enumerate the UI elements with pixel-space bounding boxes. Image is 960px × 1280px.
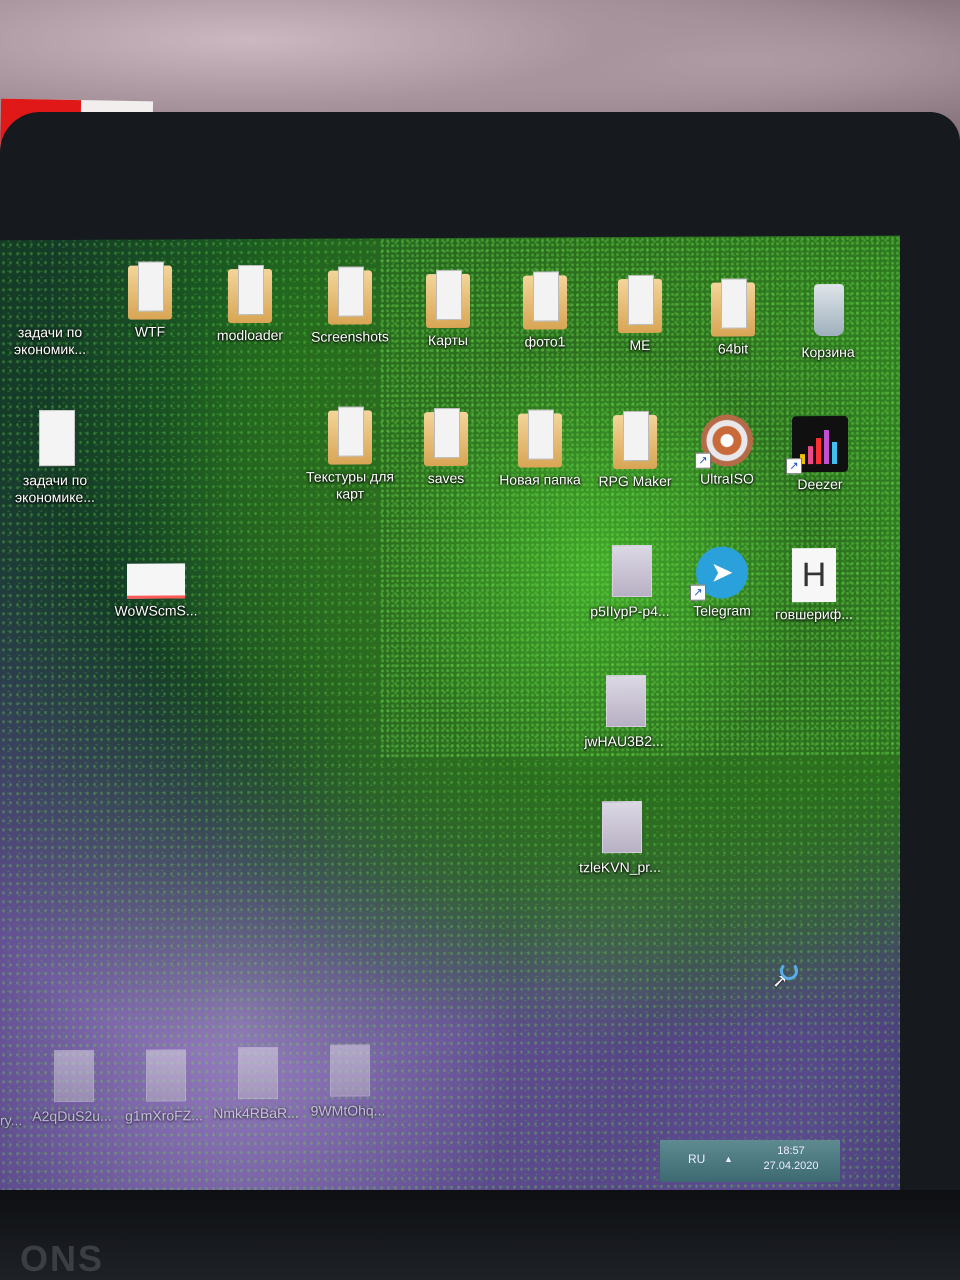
desktop-icon-a2qdus2u[interactable]: A2qDuS2u... [22, 1046, 122, 1126]
desktop-icon-label: Текстуры для карт [306, 468, 394, 502]
desktop-icon-label: WTF [134, 323, 166, 340]
desktop-icon-novaya-papka[interactable]: Новая папка [490, 409, 590, 489]
desktop-icon-label: jwHAU3B2... [584, 732, 664, 750]
shortcut-arrow-icon: ↗ [786, 458, 802, 475]
desktop-icon-zadachi-1[interactable]: задачи по экономик... [0, 320, 100, 359]
folder-icon [328, 406, 372, 464]
recycle-bin-icon [806, 282, 850, 340]
desktop-icon-deezer[interactable]: ↗ Deezer [770, 415, 870, 494]
desktop-icon-9wmtohq[interactable]: 9WMtOhq... [298, 1040, 398, 1120]
desktop-icon-label: saves [427, 469, 465, 487]
desktop-icon-label: UltraISO [700, 470, 754, 487]
desktop-icon-label: ME [629, 336, 651, 354]
desktop-icon-label: задачи по экономик... [14, 323, 86, 358]
folder-icon [523, 271, 567, 329]
folder-icon [518, 409, 562, 467]
laptop-bottom-bezel [0, 1190, 960, 1280]
image-file-icon [127, 563, 185, 599]
desktop-icon-label-fragment: ry... [0, 1112, 23, 1129]
desktop-icon-nmk4rbar[interactable]: Nmk4RBaR... [206, 1043, 306, 1123]
image-file-icon [50, 1046, 94, 1104]
desktop-icon-zadachi-2[interactable]: задачи по экономике... [5, 410, 105, 507]
desktop-icon-label: говшериф... [775, 605, 853, 623]
desktop-icon-label: Deezer [797, 475, 843, 493]
image-file-icon [602, 671, 646, 729]
desktop-icon-label: Карты [428, 331, 468, 349]
desktop-screen: задачи по экономик... WTF modloader Scre… [0, 235, 900, 1196]
desktop-icon-label: задачи по экономике... [15, 471, 95, 506]
clock-date: 27.04.2020 [763, 1160, 819, 1172]
folder-icon [228, 265, 272, 323]
desktop-icon-wowscms[interactable]: WoWScmS... [106, 549, 206, 620]
desktop-icon-rpg-maker[interactable]: RPG Maker [585, 411, 685, 491]
equalizer-bars-icon [800, 430, 837, 465]
desktop-icon-64bit[interactable]: 64bit [683, 278, 783, 358]
desktop-icon-telegram[interactable]: ➤ ↗ Telegram [672, 546, 772, 620]
clock[interactable]: 18:57 27.04.2020 [756, 1144, 826, 1174]
folder-icon [613, 411, 657, 469]
desktop-icon-label: modloader [216, 326, 284, 344]
clock-time: 18:57 [777, 1145, 805, 1157]
desktop-icon-label: tzleKVN_pr... [579, 858, 661, 876]
desktop-icon-label: RPG Maker [598, 472, 672, 490]
document-icon [33, 410, 77, 468]
desktop-icon-wtf[interactable]: WTF [100, 261, 200, 341]
desktop-icon-tekstury[interactable]: Текстуры для карт [300, 406, 400, 503]
image-file-icon [142, 1045, 186, 1103]
desktop-icon-label: A2qDuS2u... [32, 1107, 112, 1125]
desktop-icon-label: Telegram [693, 602, 751, 619]
deezer-icon: ↗ [786, 415, 848, 475]
desktop-icon-p5llypp[interactable]: p5IIypP-p4... [580, 541, 680, 621]
desktop-icon-jwhau3b2[interactable]: jwHAU3B2... [574, 671, 674, 751]
letter-h-icon: H [792, 547, 836, 603]
telegram-plane-icon: ➤ ↗ [690, 546, 748, 601]
image-file-icon [598, 797, 642, 855]
folder-icon [618, 275, 662, 333]
show-hidden-icons-arrow-icon[interactable]: ▲ [724, 1154, 733, 1164]
desktop-icon-label: 64bit [717, 340, 749, 357]
desktop-icon-label: Новая папка [499, 471, 581, 488]
desktop-icon-label: 9WMtOhq... [310, 1102, 386, 1119]
image-file-icon [234, 1043, 278, 1101]
disc-icon: ↗ [695, 414, 753, 469]
desktop-icon-screenshots[interactable]: Screenshots [300, 266, 400, 346]
desktop-icon-govsherif[interactable]: H говшериф... [764, 547, 864, 624]
desktop-icon-label: Screenshots [311, 328, 389, 345]
desktop-icon-label: g1mXroFZ... [125, 1107, 203, 1124]
desktop-icon-recycle-bin[interactable]: Корзина [778, 282, 878, 362]
desktop-icon-me[interactable]: ME [590, 275, 690, 355]
desktop-icon-label: Корзина [801, 343, 855, 361]
busy-spinner-icon [780, 962, 798, 980]
folder-icon [426, 270, 470, 328]
desktop-icon-saves[interactable]: saves [396, 408, 496, 488]
desktop-icon-foto1[interactable]: фото1 [495, 271, 595, 351]
desktop-icon-ultraiso[interactable]: ↗ UltraISO [677, 414, 777, 488]
desktop-icon-g1mxrofz[interactable]: g1mXroFZ... [114, 1045, 214, 1125]
desktop-icon-label: фото1 [524, 333, 566, 350]
folder-icon [328, 266, 372, 324]
desktop-icon-label: p5IIypP-p4... [590, 602, 670, 620]
shortcut-arrow-icon: ↗ [690, 584, 706, 601]
desktop-icon-karty[interactable]: Карты [398, 270, 498, 350]
laptop-brand-logo: ONS [20, 1238, 105, 1279]
desktop-icon-label: Nmk4RBaR... [213, 1104, 299, 1122]
desktop-icon-label: WoWScmS... [114, 602, 198, 619]
desktop-icon-tzlekvn[interactable]: tzleKVN_pr... [570, 797, 670, 877]
image-file-icon [326, 1040, 370, 1098]
folder-icon [424, 408, 468, 466]
shortcut-arrow-icon: ↗ [695, 452, 711, 469]
image-file-icon [608, 541, 652, 599]
language-indicator[interactable]: RU [688, 1152, 705, 1166]
taskbar-notification-area: RU ▲ 18:57 27.04.2020 [660, 1140, 840, 1182]
folder-icon [128, 261, 172, 319]
desktop-icon-modloader[interactable]: modloader [200, 265, 300, 345]
folder-icon [711, 278, 755, 336]
